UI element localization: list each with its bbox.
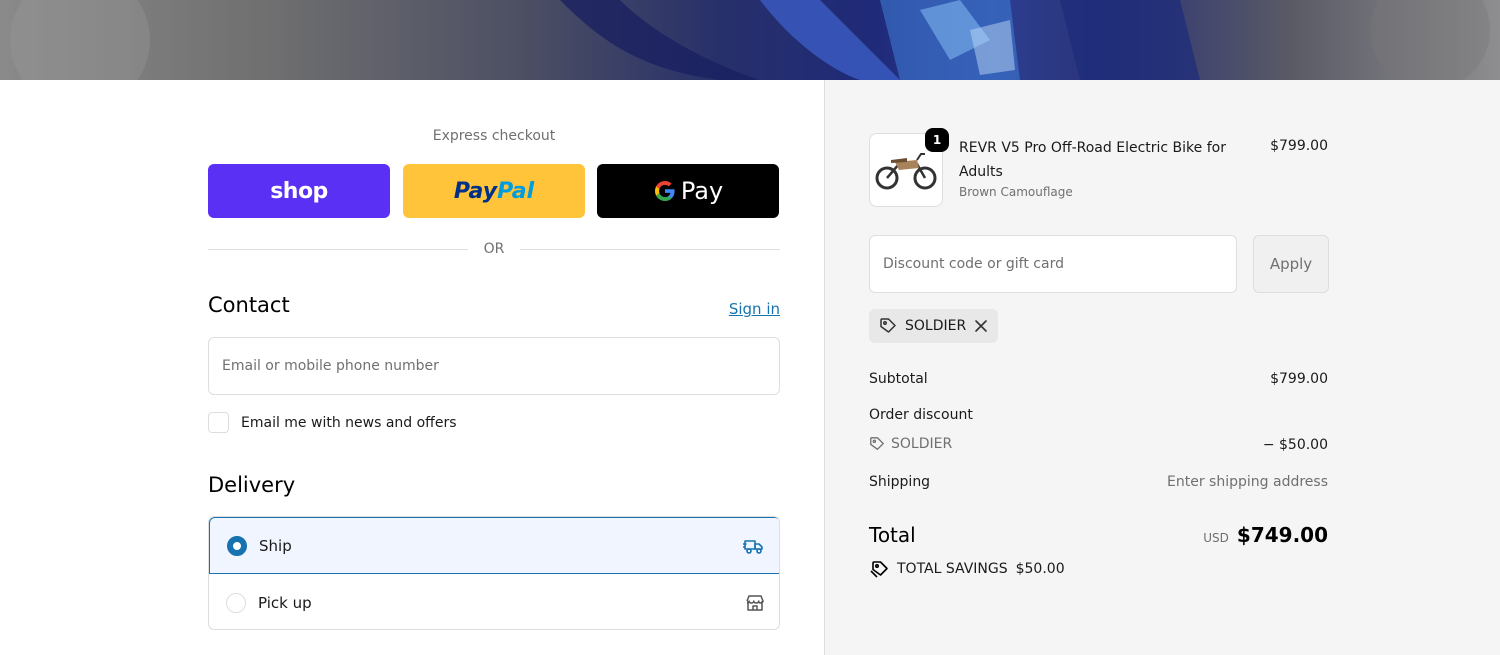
email-field[interactable] (208, 337, 780, 395)
applied-code-label: SOLDIER (905, 318, 967, 334)
total-amount: $749.00 (1236, 523, 1328, 547)
or-label-wrap: OR (208, 241, 780, 257)
paypal-logo: PayPal (454, 179, 534, 204)
order-discount-label: Order discount (869, 407, 973, 423)
hero-banner-image (0, 0, 1500, 80)
applied-discount-chip: SOLDIER (869, 309, 999, 343)
pickup-label: Pick up (258, 593, 312, 612)
tag-icon (870, 437, 884, 450)
truck-icon (743, 535, 765, 557)
store-icon (744, 592, 766, 614)
ship-label: Ship (259, 536, 292, 555)
or-divider: OR (208, 240, 780, 260)
subtotal-label: Subtotal (869, 371, 928, 387)
google-g-icon (654, 181, 675, 201)
discount-value: − $50.00 (1262, 437, 1328, 453)
product-price: $799.00 (1270, 138, 1328, 154)
paypal-logo-pal: Pal (497, 178, 535, 204)
savings-label: TOTAL SAVINGS (897, 561, 1008, 577)
delivery-options: Ship Pick up (208, 516, 780, 630)
discount-code-input[interactable] (869, 235, 1237, 293)
newsletter-checkbox[interactable] (208, 412, 229, 433)
google-pay-logo: Pay (653, 177, 723, 205)
delivery-option-ship[interactable]: Ship (209, 517, 779, 574)
paypal-button[interactable]: PayPal (403, 164, 585, 218)
subtotal-value: $799.00 (1270, 371, 1328, 387)
discount-code-row: SOLDIER (869, 436, 952, 452)
apply-discount-button[interactable]: Apply (1253, 235, 1329, 293)
shop-pay-button[interactable]: shop (208, 164, 390, 218)
newsletter-option: Email me with news and offers (208, 412, 457, 433)
tag-icon (880, 318, 896, 333)
delivery-option-pickup[interactable]: Pick up (209, 574, 779, 629)
google-pay-label: Pay (680, 177, 724, 205)
product-name: REVR V5 Pro Off-Road Electric Bike for A… (959, 140, 1226, 180)
ebike-image (875, 153, 937, 190)
shipping-value: Enter shipping address (1167, 474, 1328, 490)
checkout-form: Express checkout shop PayPal Pay OR Cont… (0, 80, 824, 655)
ship-radio[interactable] (227, 535, 247, 556)
delivery-title: Delivery (208, 473, 296, 497)
order-summary: 1 REVR V5 Pro Off-Road Electric Bike for… (824, 80, 1500, 655)
savings-tag-icon (870, 561, 888, 578)
total-label: Total (869, 523, 916, 547)
newsletter-label: Email me with news and offers (241, 414, 457, 431)
or-label: OR (469, 241, 519, 257)
savings-value: $50.00 (1015, 561, 1065, 577)
shipping-label: Shipping (869, 474, 931, 490)
total-value: USD $749.00 (1203, 523, 1328, 547)
express-checkout-title: Express checkout (432, 128, 556, 144)
product-variant: Brown Camouflage (959, 185, 1073, 199)
quantity-badge: 1 (925, 128, 949, 152)
paypal-logo-pay: Pay (453, 178, 498, 204)
total-savings: TOTAL SAVINGS $50.00 (869, 560, 1065, 578)
shop-pay-logo: shop (270, 178, 328, 204)
google-pay-button[interactable]: Pay (597, 164, 779, 218)
pickup-radio[interactable] (226, 592, 246, 613)
total-currency: USD (1203, 531, 1229, 545)
remove-discount-icon[interactable] (974, 319, 988, 333)
contact-title: Contact (208, 293, 290, 317)
sign-in-link[interactable]: Sign in (729, 300, 780, 318)
discount-code-label: SOLDIER (891, 436, 953, 452)
